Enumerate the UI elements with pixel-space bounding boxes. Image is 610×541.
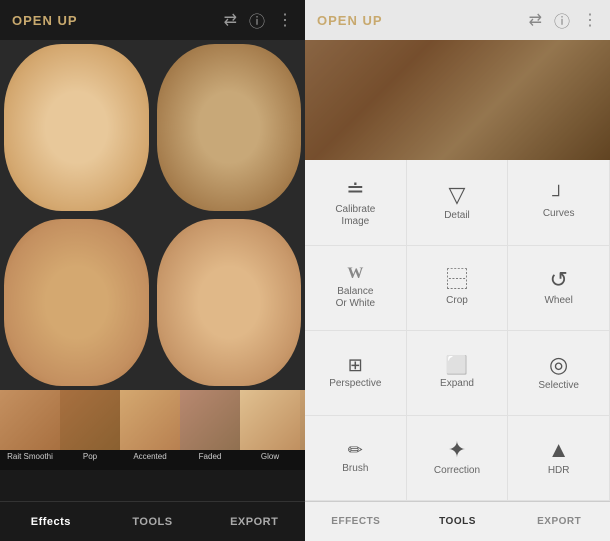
thumb-item-6[interactable]: M bbox=[300, 390, 305, 470]
left-tab-export[interactable]: EXPORT bbox=[203, 502, 305, 541]
crop-icon: ⿱ bbox=[446, 269, 468, 291]
wheel-icon: ↺ bbox=[549, 269, 567, 291]
thumb-item-5[interactable]: Glow bbox=[240, 390, 300, 470]
thumb-item-2[interactable]: Pop bbox=[60, 390, 120, 470]
right-more-icon[interactable]: ⋮ bbox=[582, 10, 598, 30]
expand-icon: ⬜ bbox=[446, 356, 468, 374]
thumb-label-5: Glow bbox=[240, 450, 300, 463]
brush-label: Brush bbox=[342, 463, 368, 475]
right-panel: OPEN UP ⇄ ⓘ ⋮ ≐ CalibrateImage ▽ Detail … bbox=[305, 0, 610, 541]
right-app-title: OPEN UP bbox=[317, 13, 383, 28]
thumbnail-strip: Rait Smoothi Pop Accented Faded Glow M bbox=[0, 390, 305, 470]
left-app-title: OPEN UP bbox=[12, 13, 78, 28]
left-main-image bbox=[0, 40, 305, 390]
right-tab-effects[interactable]: EFFECTS bbox=[305, 502, 407, 541]
tool-brush[interactable]: ✏ Brush bbox=[305, 416, 407, 501]
funko-grid bbox=[0, 40, 305, 390]
calibrate-icon: ≐ bbox=[346, 178, 364, 200]
thumb-item-3[interactable]: Accented bbox=[120, 390, 180, 470]
left-panel: OPEN UP ⇄ ⓘ ⋮ Rait Smoothi Pop Accented bbox=[0, 0, 305, 541]
right-top-icons: ⇄ ⓘ ⋮ bbox=[529, 8, 598, 32]
tool-crop[interactable]: ⿱ Crop bbox=[407, 246, 509, 331]
curves-label: Curves bbox=[543, 208, 575, 220]
wheel-label: Wheel bbox=[544, 295, 572, 307]
left-top-icons: ⇄ ⓘ ⋮ bbox=[224, 8, 293, 32]
right-bottom-tabs: EFFECTS TOOLS EXPORT bbox=[305, 501, 610, 541]
brush-icon: ✏ bbox=[348, 441, 363, 459]
correction-icon: ✦ bbox=[448, 439, 466, 461]
funko-face-1 bbox=[4, 44, 149, 211]
left-layers-icon[interactable]: ⇄ bbox=[224, 10, 237, 30]
left-top-bar: OPEN UP ⇄ ⓘ ⋮ bbox=[0, 0, 305, 40]
tool-perspective[interactable]: ⊞ Perspective bbox=[305, 331, 407, 416]
crop-label: Crop bbox=[446, 295, 468, 307]
thumb-label-4: Faded bbox=[180, 450, 240, 463]
tool-hdr[interactable]: ▲ HDR bbox=[508, 416, 610, 501]
calibrate-label: CalibrateImage bbox=[335, 204, 375, 228]
tools-grid: ≐ CalibrateImage ▽ Detail ┘ Curves W Bal… bbox=[305, 160, 610, 501]
perspective-label: Perspective bbox=[329, 378, 381, 390]
thumb-label-2: Pop bbox=[60, 450, 120, 463]
curves-icon: ┘ bbox=[552, 186, 565, 204]
tool-balance[interactable]: W BalanceOr White bbox=[305, 246, 407, 331]
funko-face-2 bbox=[157, 44, 302, 211]
tool-expand[interactable]: ⬜ Expand bbox=[407, 331, 509, 416]
tool-curves[interactable]: ┘ Curves bbox=[508, 160, 610, 246]
funko-face-4 bbox=[157, 219, 302, 386]
left-more-icon[interactable]: ⋮ bbox=[277, 10, 293, 30]
balance-label: BalanceOr White bbox=[336, 286, 375, 310]
thumb-label-3: Accented bbox=[120, 450, 180, 463]
tool-correction[interactable]: ✦ Correction bbox=[407, 416, 509, 501]
thumb-label-6: M bbox=[300, 450, 305, 463]
right-layers-icon[interactable]: ⇄ bbox=[529, 10, 542, 30]
thumb-label-1: Rait Smoothi bbox=[0, 450, 60, 463]
perspective-icon: ⊞ bbox=[348, 356, 363, 374]
tool-wheel[interactable]: ↺ Wheel bbox=[508, 246, 610, 331]
hdr-label: HDR bbox=[548, 465, 570, 477]
thumb-item-1[interactable]: Rait Smoothi bbox=[0, 390, 60, 470]
funko-face-3 bbox=[4, 219, 149, 386]
right-preview-content bbox=[305, 40, 610, 160]
left-tab-tools[interactable]: TOOLS bbox=[102, 502, 204, 541]
left-tab-effects[interactable]: Effects bbox=[0, 502, 102, 541]
selective-icon: ◎ bbox=[549, 354, 568, 376]
hdr-icon: ▲ bbox=[548, 439, 570, 461]
right-tab-tools[interactable]: TOOLS bbox=[407, 502, 509, 541]
right-info-icon[interactable]: ⓘ bbox=[554, 8, 570, 32]
thumb-item-4[interactable]: Faded bbox=[180, 390, 240, 470]
tool-detail[interactable]: ▽ Detail bbox=[407, 160, 509, 246]
right-preview-image bbox=[305, 40, 610, 160]
left-bottom-tabs: Effects TOOLS EXPORT bbox=[0, 501, 305, 541]
detail-label: Detail bbox=[444, 210, 470, 222]
right-tab-export[interactable]: EXPORT bbox=[508, 502, 610, 541]
correction-label: Correction bbox=[434, 465, 480, 477]
balance-icon: W bbox=[347, 266, 363, 282]
right-top-bar: OPEN UP ⇄ ⓘ ⋮ bbox=[305, 0, 610, 40]
tool-selective[interactable]: ◎ Selective bbox=[508, 331, 610, 416]
expand-label: Expand bbox=[440, 378, 474, 390]
selective-label: Selective bbox=[538, 380, 579, 392]
detail-icon: ▽ bbox=[449, 184, 466, 206]
tool-calibrate[interactable]: ≐ CalibrateImage bbox=[305, 160, 407, 246]
left-info-icon[interactable]: ⓘ bbox=[249, 8, 265, 32]
